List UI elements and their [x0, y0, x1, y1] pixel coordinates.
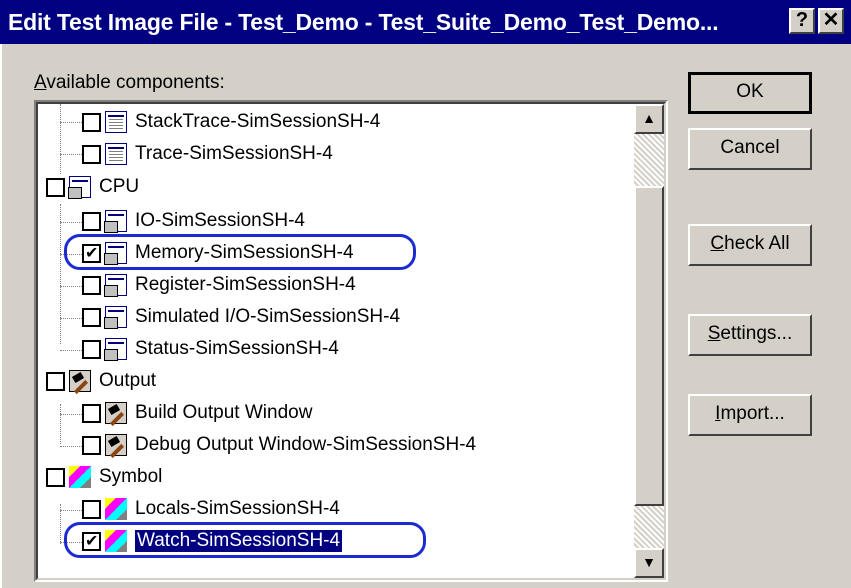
checkbox[interactable]: [82, 435, 101, 455]
checkbox[interactable]: [82, 275, 101, 295]
hammer-icon: [105, 434, 127, 456]
tree-item-label: StackTrace-SimSessionSH-4: [135, 111, 381, 132]
tree-item-label: Debug Output Window-SimSessionSH-4: [135, 434, 477, 455]
checkbox[interactable]: [46, 177, 65, 197]
checkbox[interactable]: [46, 467, 65, 487]
checkbox[interactable]: [82, 307, 101, 327]
symbol-icon: [69, 466, 91, 488]
tree-item-cpu[interactable]: CPU: [46, 172, 139, 202]
checkbox[interactable]: [82, 403, 101, 423]
tree-item-label: Output: [99, 370, 157, 391]
tree-item-label: CPU: [99, 176, 140, 197]
vertical-scrollbar[interactable]: ▲ ▼: [634, 104, 664, 578]
tree-item-status[interactable]: Status-SimSessionSH-4: [82, 334, 339, 364]
symbol-icon: [105, 498, 127, 520]
available-components-label: Available components:: [34, 72, 225, 93]
cpu-icon: [104, 338, 127, 361]
import-button[interactable]: Import...: [688, 394, 812, 436]
window-title: Edit Test Image File - Test_Demo - Test_…: [8, 9, 719, 35]
tree-item-trace[interactable]: Trace-SimSessionSH-4: [82, 139, 333, 169]
hammer-icon: [69, 370, 91, 392]
tree-item-io[interactable]: IO-SimSessionSH-4: [82, 206, 305, 236]
tree-item-build-output[interactable]: Build Output Window: [82, 398, 312, 428]
checkbox[interactable]: [82, 499, 101, 519]
tree-item-label: Status-SimSessionSH-4: [135, 338, 339, 359]
highlight-oval-memory: [64, 234, 416, 270]
tree-item-simulated-io[interactable]: Simulated I/O-SimSessionSH-4: [82, 302, 400, 332]
tree-item-symbol[interactable]: Symbol: [46, 462, 162, 492]
tree-item-label: Trace-SimSessionSH-4: [135, 143, 333, 164]
checkbox[interactable]: [82, 211, 101, 231]
settings-button[interactable]: Settings...: [688, 314, 812, 356]
tree-item-label: Build Output Window: [135, 402, 313, 423]
scroll-down-arrow-icon[interactable]: ▼: [634, 548, 664, 578]
scrollbar-thumb[interactable]: [634, 186, 664, 506]
tree-item-output[interactable]: Output: [46, 366, 156, 396]
highlight-oval-watch: [64, 522, 426, 558]
tree-item-label: Symbol: [99, 466, 163, 487]
checkbox[interactable]: [82, 112, 101, 132]
cpu-icon: [104, 210, 127, 233]
cpu-icon: [104, 306, 127, 329]
tree-item-register[interactable]: Register-SimSessionSH-4: [82, 270, 356, 300]
checkbox[interactable]: [82, 339, 101, 359]
ok-button[interactable]: OK: [688, 72, 812, 114]
checkbox[interactable]: [82, 144, 101, 164]
window-icon: [105, 143, 127, 165]
tree-item-label: IO-SimSessionSH-4: [135, 210, 305, 231]
cpu-icon: [104, 274, 127, 297]
tree-item-locals[interactable]: Locals-SimSessionSH-4: [82, 494, 340, 524]
help-button[interactable]: ?: [789, 8, 815, 34]
window-icon: [105, 111, 127, 133]
components-tree[interactable]: StackTrace-SimSessionSH-4 Trace-SimSessi…: [34, 100, 668, 582]
tree-item-label: Simulated I/O-SimSessionSH-4: [135, 306, 401, 327]
close-button[interactable]: ✕: [818, 8, 844, 34]
tree-item-stacktrace[interactable]: StackTrace-SimSessionSH-4: [82, 107, 380, 137]
cancel-button[interactable]: Cancel: [688, 128, 812, 170]
scroll-up-arrow-icon[interactable]: ▲: [634, 104, 664, 134]
check-all-button[interactable]: Check All: [688, 224, 812, 266]
tree-item-debug-output[interactable]: Debug Output Window-SimSessionSH-4: [82, 430, 476, 460]
tree-item-label: Register-SimSessionSH-4: [135, 274, 356, 295]
tree-item-label: Locals-SimSessionSH-4: [135, 498, 340, 519]
cpu-icon: [68, 176, 91, 199]
checkbox[interactable]: [46, 371, 65, 391]
title-bar: Edit Test Image File - Test_Demo - Test_…: [0, 0, 851, 44]
window-frame: [0, 44, 8, 588]
hammer-icon: [105, 402, 127, 424]
